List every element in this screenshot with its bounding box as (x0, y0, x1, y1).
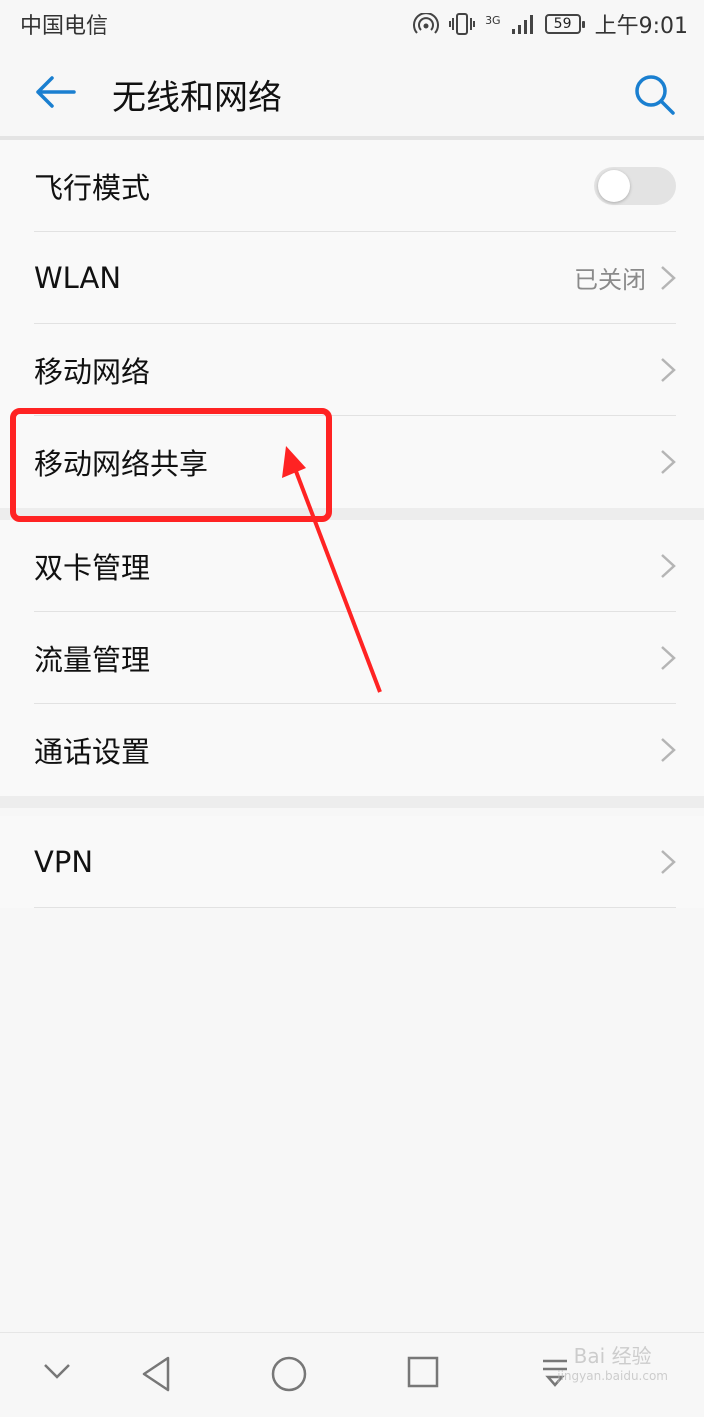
airplane-mode-toggle[interactable] (594, 166, 676, 205)
search-icon[interactable] (632, 72, 676, 116)
settings-row-airplane-mode[interactable]: 飞行模式 (34, 140, 676, 232)
settings-row-tethering[interactable]: 移动网络共享 (34, 416, 676, 508)
chevron-right-icon (661, 645, 676, 670)
row-label: 通话设置 (34, 735, 151, 769)
settings-row-vpn[interactable]: VPN (34, 816, 676, 908)
row-label: 双卡管理 (34, 550, 151, 585)
toggle-knob (598, 169, 630, 202)
group-separator (0, 508, 704, 520)
network-type-label: 3G (485, 14, 501, 27)
nav-home-icon[interactable] (270, 1355, 308, 1393)
back-arrow-icon[interactable] (34, 74, 78, 110)
settings-group-connectivity: 飞行模式 WLAN 已关闭 移动网络 移动网络共享 (0, 140, 704, 508)
settings-row-dual-sim[interactable]: 双卡管理 (34, 520, 676, 612)
hotspot-icon (413, 13, 440, 34)
watermark-brand: Bai 经验 (573, 1344, 652, 1368)
chevron-right-icon (661, 265, 676, 290)
app-bar: 无线和网络 (0, 48, 704, 136)
vibrate-icon (449, 13, 476, 35)
nav-hide-icon[interactable] (42, 1361, 72, 1381)
watermark-url: jingyan.baidu.com (557, 1369, 668, 1383)
row-label: VPN (34, 844, 94, 879)
settings-row-data-usage[interactable]: 流量管理 (34, 612, 676, 704)
row-label: 流量管理 (34, 642, 151, 677)
row-label: 飞行模式 (34, 170, 151, 205)
battery-level: 59 (553, 16, 572, 32)
chevron-right-icon (661, 450, 676, 474)
status-icons: 3G 59 上午9:01 (413, 8, 688, 40)
settings-row-mobile-network[interactable]: 移动网络 (34, 324, 676, 416)
nav-back-icon[interactable] (140, 1355, 172, 1393)
chevron-right-icon (661, 553, 676, 578)
settings-group-sim: 双卡管理 流量管理 通话设置 (0, 520, 704, 796)
battery-icon: 59 (544, 14, 585, 34)
chevron-right-icon (661, 849, 676, 874)
settings-row-wlan[interactable]: WLAN 已关闭 (34, 232, 676, 324)
page-title: 无线和网络 (112, 78, 282, 118)
chevron-right-icon (661, 738, 676, 762)
row-label: 移动网络 (34, 354, 151, 389)
signal-icon (511, 15, 533, 34)
row-label: 移动网络共享 (34, 447, 209, 481)
chevron-right-icon (661, 357, 676, 382)
settings-group-vpn: VPN (0, 816, 704, 908)
nav-recents-icon[interactable] (406, 1355, 440, 1389)
wlan-status: 已关闭 (574, 266, 646, 294)
carrier-label: 中国电信 (20, 14, 109, 39)
row-right: 已关闭 (574, 260, 676, 295)
status-bar: 中国电信 3G 59 上午9:01 (0, 0, 704, 48)
settings-row-call-settings[interactable]: 通话设置 (34, 704, 676, 796)
group-separator (0, 796, 704, 808)
watermark: Bai 经验 jingyan.baidu.com (557, 1340, 668, 1383)
row-label: WLAN (34, 260, 122, 295)
clock: 上午9:01 (594, 14, 688, 39)
